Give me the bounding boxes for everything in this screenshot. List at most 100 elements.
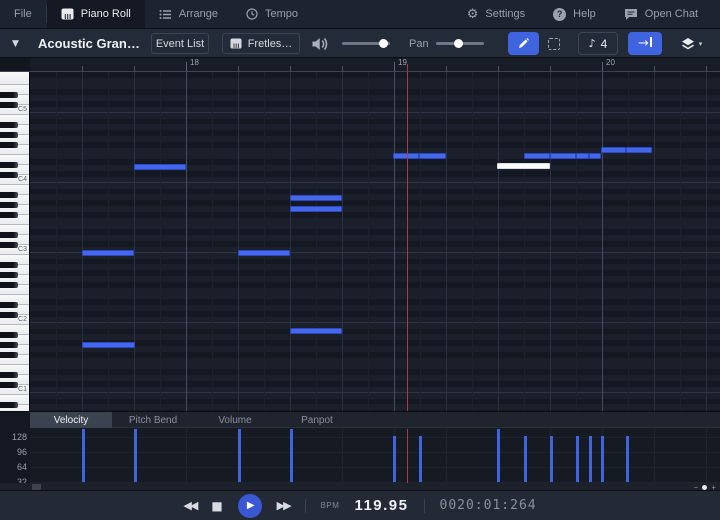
measure-ruler[interactable]: 181920 (30, 58, 720, 72)
piano-key-black[interactable] (0, 262, 18, 268)
beat-gridline (654, 72, 655, 411)
piano-key-black[interactable] (0, 162, 18, 168)
pan-label: Pan (409, 29, 429, 58)
piano-key-black[interactable] (0, 342, 18, 348)
open-chat-button[interactable]: Open Chat (610, 0, 712, 28)
midi-note[interactable] (524, 153, 550, 159)
fast-forward-button[interactable]: ▶▶ (277, 499, 290, 512)
piano-key-black[interactable] (0, 372, 18, 378)
velocity-bar[interactable] (290, 429, 293, 482)
velocity-bar[interactable] (626, 436, 629, 482)
chat-icon (624, 8, 638, 20)
midi-note[interactable] (601, 147, 626, 153)
tab-piano-roll[interactable]: Piano Roll (47, 0, 145, 28)
velocity-bar[interactable] (393, 436, 396, 482)
piano-key-black[interactable] (0, 272, 18, 278)
velocity-bar[interactable] (419, 436, 422, 482)
transport-bar: ◀◀ ■ ▶ ▶▶ BPM 119.95 0020:01:264 (0, 490, 720, 520)
velocity-bar[interactable] (550, 436, 553, 482)
velocity-bar[interactable] (524, 436, 527, 482)
file-menu[interactable]: File (0, 0, 46, 28)
piano-key-black[interactable] (0, 242, 18, 248)
midi-note[interactable] (576, 153, 589, 159)
instrument-selector[interactable]: ▼ (12, 29, 19, 58)
midi-note[interactable] (419, 153, 446, 159)
velocity-bar[interactable] (589, 436, 592, 482)
piano-key-black[interactable] (0, 142, 18, 148)
playhead (407, 72, 408, 411)
help-button[interactable]: ? Help (539, 0, 610, 28)
piano-key-black[interactable] (0, 172, 18, 178)
midi-note[interactable] (550, 153, 576, 159)
piano-key-black[interactable] (0, 92, 18, 98)
stop-button[interactable]: ■ (211, 499, 222, 513)
piano-key-black[interactable] (0, 282, 18, 288)
midi-note[interactable] (626, 147, 652, 153)
tab-arrange[interactable]: Arrange (145, 0, 232, 28)
tab-pitch-bend[interactable]: Pitch Bend (112, 412, 194, 428)
pan-slider-knob[interactable] (454, 39, 463, 48)
measure-gridline (602, 72, 603, 411)
midi-note[interactable] (393, 153, 419, 159)
octave-label: C3 (18, 246, 27, 253)
midi-note[interactable] (134, 164, 186, 170)
event-list-button[interactable]: Event List (151, 33, 209, 54)
velocity-bar[interactable] (576, 436, 579, 482)
piano-key-black[interactable] (0, 212, 18, 218)
marquee-select-button[interactable] (541, 32, 566, 55)
pencil-tool-button[interactable] (508, 32, 539, 55)
volume-slider[interactable] (342, 42, 390, 45)
velocity-bar[interactable] (134, 429, 137, 482)
piano-key-black[interactable] (0, 382, 18, 388)
piano-key-black[interactable] (0, 332, 18, 338)
tab-volume[interactable]: Volume (194, 412, 276, 428)
zoom-slider-handle[interactable] (702, 485, 707, 490)
piano-key-black[interactable] (0, 192, 18, 198)
top-bar: File Piano Roll Arrange Tempo ⚙ Settings (0, 0, 720, 29)
piano-key-black[interactable] (0, 102, 18, 108)
eighth-gridline (472, 72, 473, 411)
instrument-name[interactable]: Acoustic Gran… (38, 29, 140, 58)
velocity-bar[interactable] (238, 429, 241, 482)
midi-note[interactable] (290, 206, 342, 212)
beat-tick (446, 66, 447, 71)
rewind-button[interactable]: ◀◀ (183, 499, 196, 512)
piano-icon (61, 8, 74, 20)
velocity-bar[interactable] (601, 436, 604, 482)
note-value-control[interactable]: ♪ 4 (578, 32, 618, 55)
piano-key-black[interactable] (0, 122, 18, 128)
piano-key-black[interactable] (0, 132, 18, 138)
piano-key-black[interactable] (0, 352, 18, 358)
bpm-value[interactable]: 119.95 (354, 497, 408, 514)
piano-key-black[interactable] (0, 302, 18, 308)
settings-button[interactable]: ⚙ Settings (453, 0, 539, 28)
go-to-playhead-button[interactable]: → (628, 32, 662, 55)
volume-slider-knob[interactable] (379, 39, 388, 48)
piano-key-black[interactable] (0, 232, 18, 238)
layers-button[interactable]: ▾ (671, 32, 711, 55)
midi-note[interactable] (82, 342, 135, 348)
pan-slider[interactable] (436, 42, 484, 45)
octave-label: C5 (18, 106, 27, 113)
piano-key-black[interactable] (0, 402, 18, 408)
piano-key-black[interactable] (0, 312, 18, 318)
midi-note[interactable] (497, 163, 550, 169)
piano-key-black[interactable] (0, 202, 18, 208)
velocity-lane[interactable] (30, 429, 720, 483)
midi-note[interactable] (82, 250, 134, 256)
eighth-gridline (628, 72, 629, 411)
midi-note[interactable] (589, 153, 601, 159)
midi-note[interactable] (238, 250, 290, 256)
tab-velocity[interactable]: Velocity (30, 412, 112, 428)
piano-key-white[interactable] (0, 72, 29, 85)
velocity-bar[interactable] (82, 429, 85, 482)
midi-note[interactable] (290, 328, 342, 334)
velocity-bar[interactable] (497, 429, 500, 482)
note-grid[interactable] (30, 72, 720, 411)
volume-icon-button[interactable] (311, 29, 329, 58)
track-select-button[interactable]: Fretles… (222, 33, 300, 54)
tab-panpot[interactable]: Panpot (276, 412, 358, 428)
play-button[interactable]: ▶ (238, 494, 262, 518)
midi-note[interactable] (290, 195, 342, 201)
tab-tempo[interactable]: Tempo (232, 0, 312, 28)
